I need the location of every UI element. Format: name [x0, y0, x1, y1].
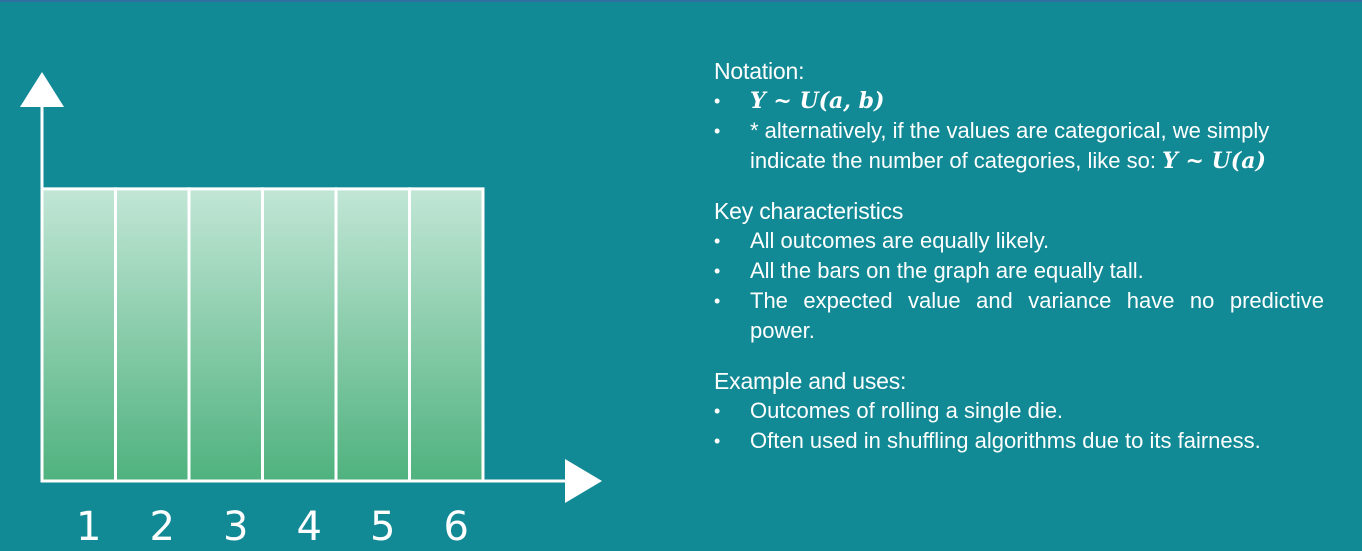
notation-item-2: * alternatively, if the values are categ… [714, 116, 1324, 176]
characteristic-item: All the bars on the graph are equally ta… [714, 256, 1324, 286]
bar-1 [40, 187, 117, 483]
tick-label-4: 4 [297, 504, 322, 550]
tick-label-2: 2 [150, 504, 175, 550]
characteristics-title: Key characteristics [714, 198, 904, 224]
characteristics-list: All outcomes are equally likely. All the… [714, 226, 1324, 346]
examples-list: Outcomes of rolling a single die. Often … [714, 396, 1324, 456]
bar-2 [114, 187, 191, 483]
example-item: Often used in shuffling algorithms due t… [714, 426, 1324, 456]
tick-labels-group: 1 2 3 4 5 6 [76, 504, 469, 550]
notation-section: Notation: Y ~ U(a, b) * alternatively, i… [714, 56, 1324, 176]
notation-formula-2: Y ~ U(a) [1162, 148, 1266, 174]
tick-label-1: 1 [76, 504, 101, 550]
bar-5 [334, 187, 411, 483]
y-axis-arrow [20, 72, 64, 107]
tick-label-5: 5 [370, 504, 395, 550]
bar-6 [408, 187, 485, 483]
examples-section: Example and uses: Outcomes of rolling a … [714, 366, 1324, 456]
bars-group [40, 187, 485, 483]
notation-title: Notation: [714, 58, 805, 84]
notation-formula-1: Y ~ U(a, b) [750, 88, 885, 114]
x-axis-arrow [565, 459, 602, 503]
notation-item-1: Y ~ U(a, b) [714, 86, 1324, 116]
examples-title: Example and uses: [714, 368, 907, 394]
tick-label-6: 6 [444, 504, 469, 550]
uniform-distribution-chart: 1 2 3 4 5 6 [20, 72, 602, 550]
bar-3 [187, 187, 264, 483]
tick-label-3: 3 [223, 504, 248, 550]
characteristic-item: The expected value and variance have no … [714, 286, 1324, 346]
characteristics-section: Key characteristics All outcomes are equ… [714, 196, 1324, 346]
bar-4 [261, 187, 338, 483]
characteristic-item: All outcomes are equally likely. [714, 226, 1324, 256]
example-item: Outcomes of rolling a single die. [714, 396, 1324, 426]
info-panel: Notation: Y ~ U(a, b) * alternatively, i… [714, 56, 1324, 476]
notation-list: Y ~ U(a, b) * alternatively, if the valu… [714, 86, 1324, 176]
